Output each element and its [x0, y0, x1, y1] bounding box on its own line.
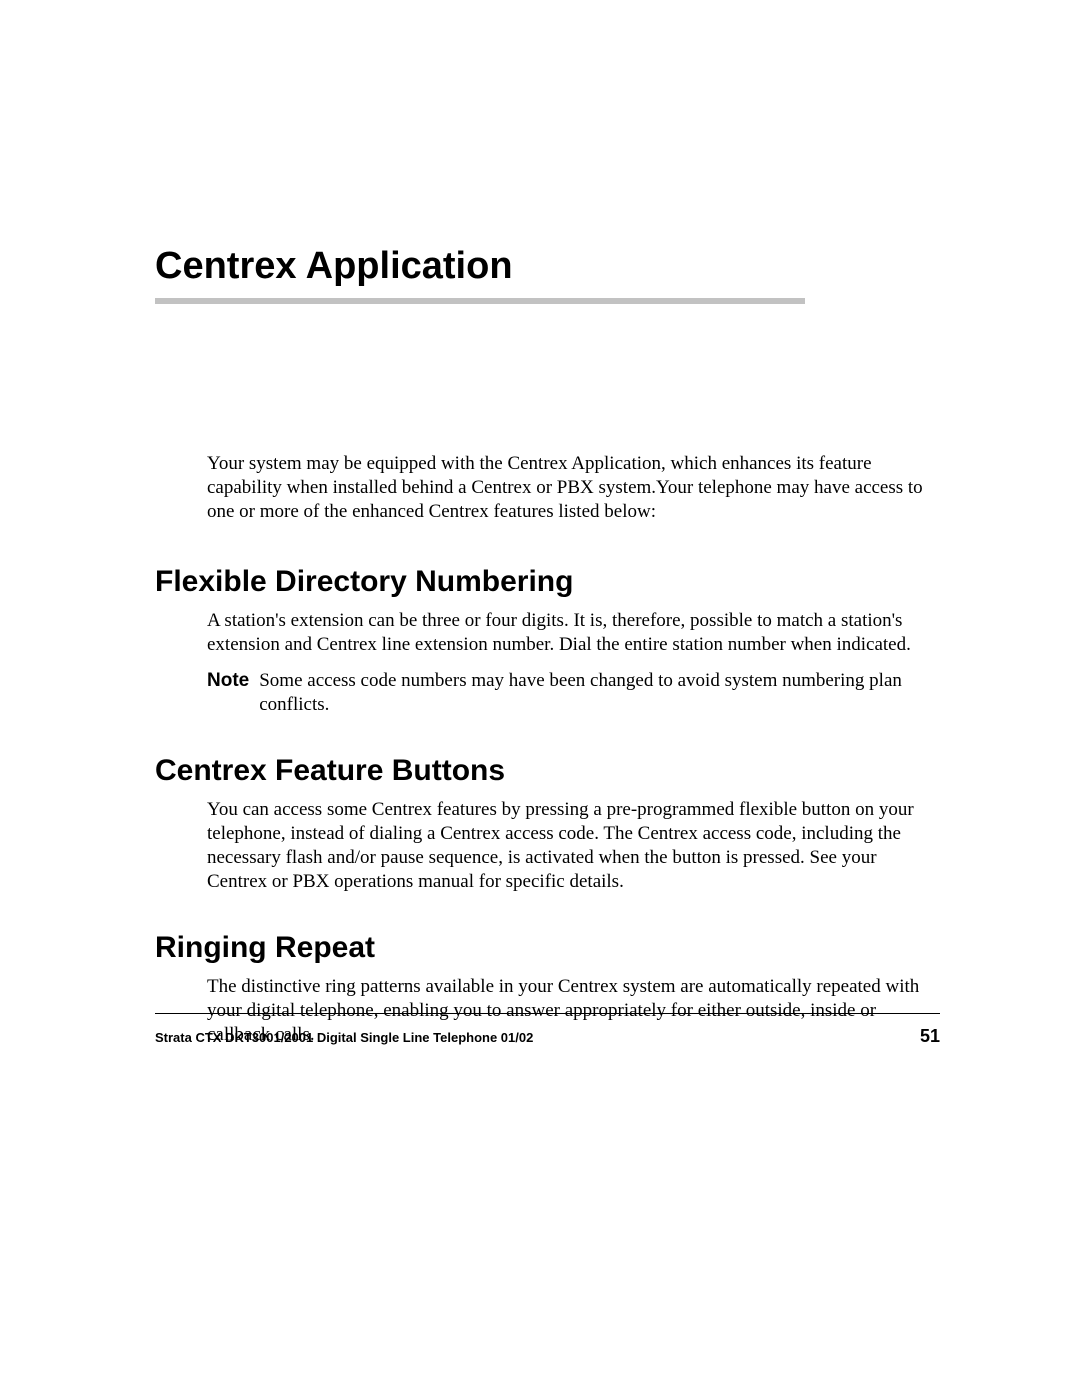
page-content: Centrex Application Your system may be e…: [0, 0, 1080, 1047]
page-number: 51: [920, 1026, 940, 1047]
footer-divider: [155, 1013, 940, 1014]
chapter-title: Centrex Application: [155, 245, 940, 288]
footer-content: Strata CTX DKT3001/2001 Digital Single L…: [155, 1026, 940, 1047]
title-divider: [155, 298, 805, 304]
section-heading: Centrex Feature Buttons: [155, 754, 940, 788]
section-heading: Ringing Repeat: [155, 931, 940, 965]
section-centrex-buttons: Centrex Feature Buttons You can access s…: [155, 754, 940, 893]
page-footer: Strata CTX DKT3001/2001 Digital Single L…: [155, 1013, 940, 1047]
section-flexible-directory: Flexible Directory Numbering A station's…: [155, 565, 940, 716]
note-block: Note Some access code numbers may have b…: [207, 669, 940, 717]
footer-text: Strata CTX DKT3001/2001 Digital Single L…: [155, 1030, 533, 1045]
section-body: You can access some Centrex features by …: [207, 798, 940, 893]
note-text: Some access code numbers may have been c…: [259, 669, 940, 717]
note-label: Note: [207, 669, 249, 717]
section-heading: Flexible Directory Numbering: [155, 565, 940, 599]
section-body: A station's extension can be three or fo…: [207, 609, 940, 657]
intro-paragraph: Your system may be equipped with the Cen…: [207, 452, 940, 523]
